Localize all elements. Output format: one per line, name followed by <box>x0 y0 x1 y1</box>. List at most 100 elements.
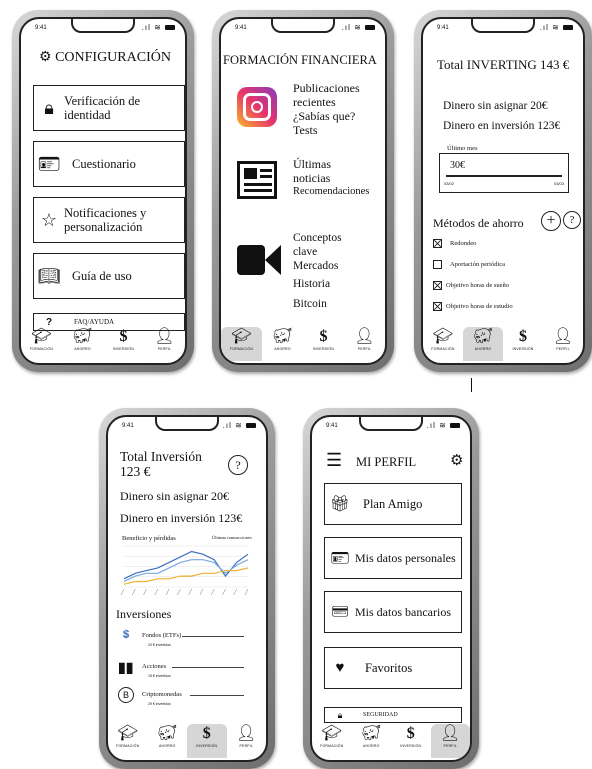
add-icon[interactable]: + <box>541 211 561 231</box>
link-mercados[interactable]: Mercados <box>293 259 342 273</box>
cripto-label[interactable]: Criptomonedas <box>142 691 182 698</box>
tab-perfil[interactable]: 👤︎ PERFIL <box>543 327 583 361</box>
guia-label: Guía de uso <box>72 269 132 283</box>
link-sabias[interactable]: ¿Sabías que? <box>293 109 360 123</box>
tab-perfil[interactable]: 👤︎ PERFIL <box>430 724 470 758</box>
link-publicaciones[interactable]: Publicaciones <box>293 81 360 95</box>
newspaper-icon[interactable] <box>237 161 277 199</box>
tab-label: PERFIL <box>239 744 253 748</box>
help-icon[interactable]: ? <box>563 211 581 229</box>
tab-perfil[interactable]: 👤︎ PERFIL <box>227 724 267 758</box>
tab-inversion[interactable]: $ INVERSIÓN <box>303 327 344 361</box>
instagram-icon[interactable] <box>237 87 277 127</box>
metodo-item[interactable]: Objetivo horas de sueño <box>433 281 509 290</box>
metodo-item[interactable]: Redondeo <box>433 239 476 248</box>
tab-bar: 🎓︎ FORMACIÓN 🐖︎ AHORRO $ INVERSIÓN 👤︎ PERFIL <box>108 724 266 758</box>
plan-amigo-label: Plan Amigo <box>363 497 423 511</box>
tab-label: FORMACIÓN <box>431 347 455 351</box>
tab-formacion[interactable]: 🎓︎ FORMACIÓN <box>423 327 463 361</box>
seguridad-label: SEGURIDAD <box>363 712 398 718</box>
fondos-line <box>182 636 244 637</box>
verificacion-button[interactable]: 🔒︎ Verificación de identidad <box>33 85 185 131</box>
person-icon: 👤︎ <box>440 725 461 742</box>
metodo-label: Objetivo horas de estudio <box>446 302 513 310</box>
screen-formacion: 9:41 .ıl ≋ FORMACIÓN FINANCIERA Publicac… <box>219 17 387 365</box>
video-camera-icon[interactable] <box>237 243 281 277</box>
tab-inversion[interactable]: $ INVERSIÓN <box>187 724 227 758</box>
dollar-icon: $ <box>406 725 415 742</box>
seguridad-button[interactable]: 🔒︎ SEGURIDAD <box>324 707 462 723</box>
person-icon: 👤︎ <box>552 328 574 345</box>
tab-formacion[interactable]: 🎓︎ FORMACIÓN <box>312 724 352 758</box>
dollar-icon: $ <box>119 328 128 345</box>
gear-icon[interactable]: ⚙ <box>450 451 463 470</box>
link-conceptos[interactable]: Conceptos <box>293 231 342 245</box>
acciones-label[interactable]: Acciones <box>142 663 166 670</box>
graduation-cap-icon: 🎓︎ <box>31 328 52 345</box>
chart-link[interactable]: Últimas transacciones <box>212 535 252 540</box>
plan-amigo-button[interactable]: 🎁︎ Plan Amigo <box>324 483 462 525</box>
link-noticias[interactable]: noticias <box>293 171 369 185</box>
fondos-label[interactable]: Fondos (ETFs) <box>142 632 181 639</box>
period-slider[interactable] <box>446 175 562 177</box>
checkbox[interactable] <box>433 260 442 269</box>
guia-button[interactable]: 📖︎ Guía de uso <box>33 253 185 299</box>
menu-icon[interactable]: ☰ <box>326 451 342 469</box>
dollar-icon: $ <box>519 328 527 345</box>
datos-bancarios-button[interactable]: 💳︎ Mis datos bancarios <box>324 591 462 633</box>
dollar-icon: $ <box>319 328 328 345</box>
checkbox[interactable] <box>433 302 442 311</box>
status-bar: 9:41 .ıl ≋ <box>326 421 460 435</box>
tab-inversion[interactable]: $ INVERSIÓN <box>391 724 431 758</box>
section-noticias: Últimas noticias Recomendaciones <box>293 157 369 199</box>
tab-inversion[interactable]: $ INVERSIÓN <box>103 327 144 361</box>
tab-ahorro[interactable]: 🐖︎ AHORRO <box>352 724 392 758</box>
link-bitcoin[interactable]: Bitcoin <box>293 297 342 311</box>
chart-x-tick <box>165 588 170 596</box>
book-icon: 📖︎ <box>37 265 61 286</box>
faq-label: FAQ/AYUDA <box>74 318 115 326</box>
cripto-sub: 29 € invertidos <box>148 702 171 706</box>
favoritos-button[interactable]: ♥ Favoritos <box>324 647 462 689</box>
tab-formacion[interactable]: 🎓︎ FORMACIÓN <box>221 327 262 361</box>
link-clave[interactable]: clave <box>293 245 342 259</box>
tab-ahorro[interactable]: 🐖︎ AHORRO <box>148 724 188 758</box>
metodo-item[interactable]: Objetivo horas de estudio <box>433 302 513 311</box>
chart-x-tick <box>210 588 215 596</box>
tab-label: FORMACIÓN <box>320 744 344 748</box>
period-box[interactable]: 30€ 03/02 03/03 <box>439 153 569 193</box>
tab-ahorro[interactable]: 🐖︎ AHORRO <box>62 327 103 361</box>
tab-ahorro[interactable]: 🐖︎ AHORRO <box>463 327 503 361</box>
tab-inversion[interactable]: $ INVERSIÓN <box>503 327 543 361</box>
notificaciones-button[interactable]: ☆ Notificaciones y personalización <box>33 197 185 243</box>
person-icon: 👤︎ <box>236 725 257 742</box>
tab-perfil[interactable]: 👤︎ PERFIL <box>344 327 385 361</box>
link-recientes[interactable]: recientes <box>293 95 360 109</box>
link-recomendaciones[interactable]: Recomendaciones <box>293 185 369 199</box>
tab-label: AHORRO <box>74 347 91 351</box>
star-icon: ☆ <box>40 209 58 230</box>
tab-formacion[interactable]: 🎓︎ FORMACIÓN <box>21 327 62 361</box>
credit-card-icon: 💳︎ <box>331 604 349 620</box>
tab-perfil[interactable]: 👤︎ PERFIL <box>144 327 185 361</box>
link-historia[interactable]: Historia <box>293 277 342 291</box>
link-ultimas[interactable]: Últimas <box>293 157 369 171</box>
tab-formacion[interactable]: 🎓︎ FORMACIÓN <box>108 724 148 758</box>
datos-personales-button[interactable]: 🪪︎ Mis datos personales <box>324 537 462 579</box>
question-icon: ? <box>45 316 53 328</box>
checkbox[interactable] <box>433 239 442 248</box>
status-time: 9:41 <box>35 25 47 31</box>
piggy-bank-icon: 🐖︎ <box>472 328 494 345</box>
inversiones-title: Inversiones <box>116 607 172 621</box>
tab-ahorro[interactable]: 🐖︎ AHORRO <box>262 327 303 361</box>
chart-x-tick <box>154 588 159 596</box>
help-icon[interactable]: ? <box>228 455 248 475</box>
notificaciones-label: Notificaciones y personalización <box>64 206 147 234</box>
link-tests[interactable]: Tests <box>293 123 360 137</box>
status-time: 9:41 <box>326 423 338 429</box>
chart-x-tick <box>244 588 249 596</box>
cuestionario-button[interactable]: 🪪︎ Cuestionario <box>33 141 185 187</box>
metodo-item[interactable]: Aportación periódica <box>433 260 505 269</box>
checkbox[interactable] <box>433 281 442 290</box>
gear-icon[interactable]: ⚙ <box>39 50 52 65</box>
